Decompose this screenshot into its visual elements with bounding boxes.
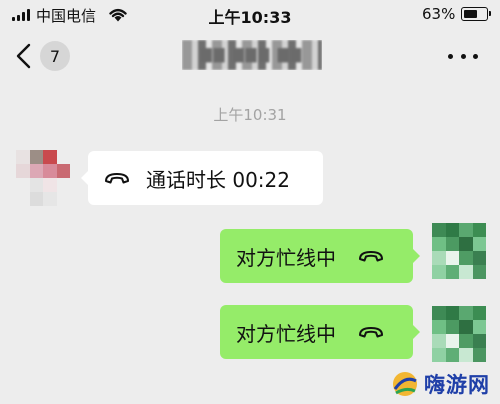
my-avatar[interactable] [432, 223, 486, 279]
back-button[interactable]: 7 [12, 38, 82, 74]
call-duration-message[interactable]: 通话时长 00:22 [81, 151, 323, 205]
message-text: 对方忙线中 [236, 321, 336, 346]
bubble-tail [413, 325, 420, 339]
chevron-left-icon [16, 43, 31, 69]
busy-call-message[interactable]: 对方忙线中 [220, 305, 420, 359]
chat-header: 7 ▇▇ ▇▇▇ ▇▇ [0, 30, 500, 82]
phone-hangup-icon [359, 251, 383, 262]
battery-level-fill [463, 9, 477, 18]
busy-call-message[interactable]: 对方忙线中 [220, 229, 420, 283]
more-dot-icon [473, 53, 478, 59]
chat-timestamp: 上午10:31 [213, 106, 287, 124]
bubble-tail [81, 171, 88, 185]
status-bar: 中国电信 上午10:33 63% [0, 0, 500, 30]
message-text: 对方忙线中 [236, 245, 336, 270]
battery-icon [461, 7, 488, 21]
my-avatar[interactable] [432, 306, 486, 362]
contact-avatar[interactable] [16, 150, 70, 206]
message-text: 通话时长 00:22 [146, 167, 290, 192]
phone-hangup-icon [105, 173, 129, 184]
more-dot-icon [460, 53, 466, 59]
more-dot-icon [448, 53, 453, 59]
site-watermark: 嗨游网 [390, 364, 500, 404]
contact-name[interactable]: ▇▇ ▇▇▇ ▇▇ [182, 40, 322, 70]
watermark-logo-icon [393, 372, 417, 396]
watermark-text: 嗨游网 [424, 373, 490, 397]
contact-name-text: ▇▇ ▇▇▇ ▇▇ [182, 40, 322, 70]
more-options-button[interactable] [448, 42, 478, 70]
unread-count-badge: 7 [40, 41, 70, 71]
phone-hangup-icon [359, 327, 383, 338]
battery-cap [489, 11, 491, 16]
bubble-tail [413, 249, 420, 263]
battery-percent: 63% [422, 5, 456, 23]
